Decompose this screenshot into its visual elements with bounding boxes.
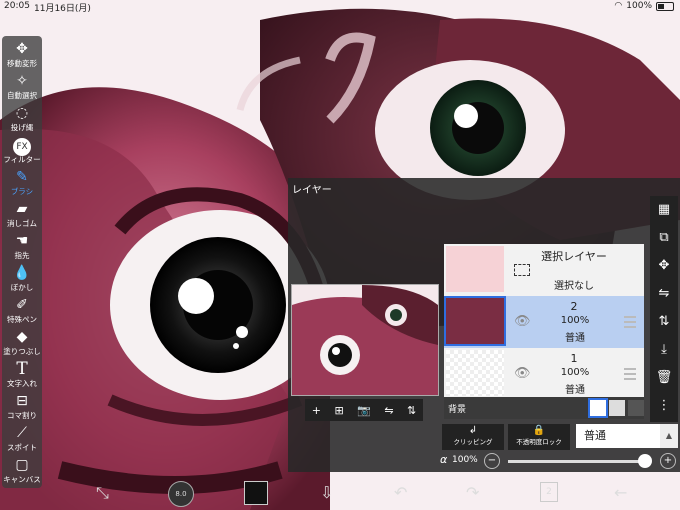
fx-icon: FX: [2, 135, 42, 156]
checkerboard-icon[interactable]: ▦: [650, 196, 678, 224]
battery-percent: 100%: [626, 1, 652, 11]
status-time: 20:05: [4, 1, 30, 11]
move-layer-icon[interactable]: ✥: [650, 252, 678, 280]
opacity-slider[interactable]: [508, 460, 648, 463]
selection-layer-row[interactable]: 選択レイヤー 選択なし: [444, 244, 644, 297]
layer-blend-mode: 普通: [565, 385, 585, 396]
tool-sidebar: ✥ 移動変形 ✧ 自動選択 ◌ 投げ縄 FX フィルター ✎ ブラシ ▰ 消しゴ…: [2, 36, 42, 488]
wifi-icon: ◠: [614, 1, 623, 11]
status-date: 11月16日(月): [34, 4, 91, 14]
preview-toolbar: + ⊞ 📷 ⇋ ⇅: [305, 399, 423, 421]
layer-side-toolbar: ▦ ⧉ ✥ ⇋ ⇅ ⤓ 🗑 ⋮: [650, 196, 678, 422]
layer-row-1[interactable]: 👁 1 100% 普通: [444, 348, 644, 401]
eyedropper-icon: ⟋: [17, 425, 27, 441]
layer-blend-mode: 普通: [565, 333, 585, 344]
special-pen-icon: ✐: [16, 297, 28, 313]
drag-handle-icon[interactable]: [624, 368, 636, 380]
eraser-icon: ▰: [16, 201, 28, 217]
status-bar: 20:05 11月16日(月) ◠ 100%: [0, 0, 680, 14]
selection-marquee-icon: [514, 264, 530, 276]
layer-opacity: 100%: [560, 315, 590, 326]
status-right: ◠ 100%: [614, 1, 674, 11]
layer-2-thumbnail: [444, 296, 506, 346]
camera-icon[interactable]: 📷: [357, 404, 371, 417]
trash-icon[interactable]: 🗑: [650, 364, 678, 392]
back-arrow-icon[interactable]: ←: [614, 483, 627, 502]
smudge-icon: ☚: [15, 233, 29, 249]
opacity-row: α 100% − +: [438, 452, 678, 470]
layer-1-thumbnail: [446, 350, 504, 396]
magic-wand-icon: ✧: [16, 73, 28, 89]
flip-horizontal-icon[interactable]: ⇋: [650, 280, 678, 308]
clipping-label: クリッピング: [453, 438, 493, 446]
drag-handle-icon[interactable]: [624, 316, 636, 328]
merge-down-icon[interactable]: ⤓: [650, 336, 678, 364]
layer-number: 1: [570, 352, 578, 365]
battery-icon: [656, 1, 674, 11]
blur-icon: 💧: [13, 265, 31, 281]
alpha-symbol: α: [440, 453, 448, 466]
layer-number: 2: [570, 300, 578, 313]
move-icon: ✥: [16, 41, 28, 57]
opacity-increase-button[interactable]: +: [660, 453, 676, 469]
layer-list: 選択レイヤー 選択なし 👁 2 100% 普通 👁 1 100% 普通: [444, 244, 644, 419]
layer-copy-icon[interactable]: ⧉: [650, 224, 678, 252]
fx-badge: FX: [13, 138, 31, 156]
more-options-icon[interactable]: ⋮: [650, 392, 678, 420]
text-icon: T: [16, 359, 28, 379]
flip-vertical-icon[interactable]: ⇅: [407, 404, 416, 417]
alpha-lock-label: 不透明度ロック: [516, 438, 562, 446]
background-row: 背景: [444, 397, 644, 419]
preview-art: [292, 285, 438, 395]
visibility-eye-icon[interactable]: 👁: [514, 314, 531, 329]
background-label: 背景: [448, 405, 467, 415]
background-white-option[interactable]: [588, 398, 608, 418]
background-dark-option[interactable]: [628, 400, 644, 416]
blend-mode-select[interactable]: 普通: [576, 424, 664, 448]
opacity-slider-knob[interactable]: [638, 454, 652, 468]
add-layer-copy-icon[interactable]: ⊞: [334, 404, 343, 417]
opacity-value: 100%: [452, 455, 478, 465]
blend-mode-arrow-icon[interactable]: ▲: [660, 424, 678, 448]
fill-icon: ◆: [16, 329, 28, 345]
lasso-icon: ◌: [15, 105, 29, 121]
redo-icon[interactable]: ↷: [466, 483, 479, 502]
clipping-arrow-icon: ↲: [468, 425, 478, 436]
visibility-eye-icon[interactable]: 👁: [514, 366, 531, 381]
opacity-decrease-button[interactable]: −: [484, 453, 500, 469]
clipping-button[interactable]: ↲ クリッピング: [442, 424, 504, 450]
layer-opacity: 100%: [560, 367, 590, 378]
undo-icon[interactable]: ↶: [394, 483, 407, 502]
alpha-lock-button[interactable]: 🔒 不透明度ロック: [508, 424, 570, 450]
canvas-icon: ▢: [15, 457, 29, 473]
bottom-toolbar: ⤡ 8.0 ⇩ ↶ ↷ 2 ←: [0, 477, 680, 510]
color-picker-button[interactable]: [244, 481, 268, 505]
layer-row-2[interactable]: 👁 2 100% 普通: [444, 296, 644, 349]
selection-layer-status: 選択なし: [554, 281, 594, 292]
canvas-preview[interactable]: [291, 284, 439, 396]
brush-icon: ✎: [16, 169, 28, 185]
selection-layer-thumbnail: [446, 246, 504, 292]
layer-panel: レイヤー + ⊞ 📷 ⇋ ⇅ 選択レイヤー 選択なし 👁 2 100% 普通 👁…: [288, 178, 680, 472]
layer-count-button[interactable]: 2: [540, 482, 558, 502]
lock-icon: 🔒: [532, 425, 546, 436]
frame-divider-icon: ⊟: [16, 393, 28, 409]
flip-vertical-icon[interactable]: ⇅: [650, 308, 678, 336]
brush-size-button[interactable]: 8.0: [168, 481, 194, 507]
flip-horizontal-icon[interactable]: ⇋: [384, 404, 393, 417]
add-layer-icon[interactable]: +: [312, 404, 321, 417]
transform-arrows-icon[interactable]: ⤡: [96, 483, 109, 503]
selection-layer-name: 選択レイヤー: [541, 250, 607, 263]
download-icon[interactable]: ⇩: [320, 483, 333, 502]
layer-panel-title: レイヤー: [292, 185, 332, 196]
background-transparent-option[interactable]: [609, 400, 625, 416]
